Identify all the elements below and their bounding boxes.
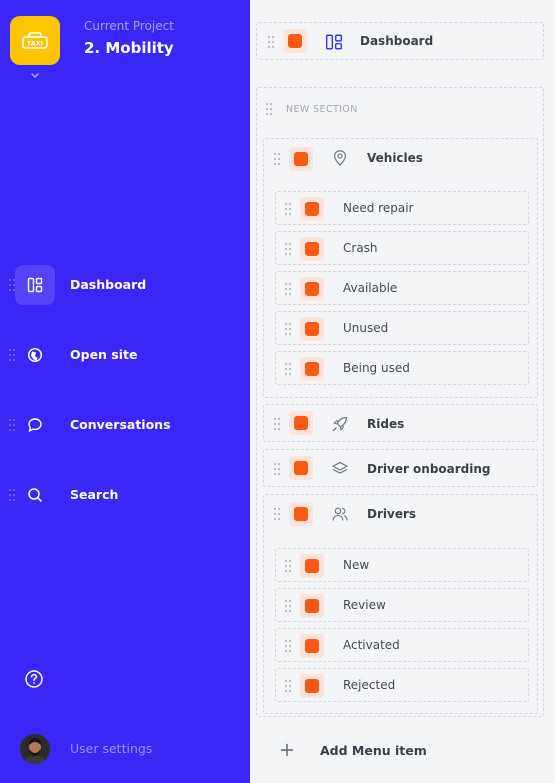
help-icon[interactable] — [24, 669, 44, 689]
project-name[interactable]: 2. Mobility — [84, 39, 174, 57]
menu-item-label: Activated — [343, 638, 400, 652]
section-title[interactable]: NEW SECTION — [286, 104, 358, 115]
menu-item-label: Need repair — [343, 201, 414, 215]
menu-item-checkbox[interactable] — [289, 147, 313, 171]
menu-item-label: Driver onboarding — [367, 462, 491, 476]
drag-handle-icon[interactable] — [273, 417, 281, 431]
drag-handle-icon[interactable] — [284, 362, 292, 376]
nav-icon-container — [15, 475, 55, 515]
menu-group-drivers: Drivers New Review Activated Rejected — [263, 494, 538, 714]
location-pin-icon — [333, 150, 347, 166]
drag-handle-icon[interactable] — [284, 599, 292, 613]
drag-handle-icon[interactable] — [284, 639, 292, 653]
drag-handle-icon[interactable] — [284, 322, 292, 336]
menu-subitem[interactable]: New — [275, 548, 529, 582]
user-settings-link[interactable]: User settings — [70, 741, 152, 756]
menu-section: NEW SECTION Vehicles Need repair Crash A… — [256, 87, 544, 717]
menu-item-checkbox[interactable] — [289, 502, 313, 526]
menu-item-label: Being used — [343, 361, 410, 375]
taxi-icon: TAXI — [22, 31, 48, 49]
sidebar-item-label: Dashboard — [70, 277, 147, 292]
drag-handle-icon[interactable] — [284, 202, 292, 216]
sidebar-item-conversations[interactable]: Conversations — [0, 405, 250, 445]
nav-icon-container — [15, 405, 55, 445]
menu-item-checkbox[interactable] — [300, 357, 324, 381]
drag-handle-icon[interactable] — [273, 152, 281, 166]
menu-item-label: New — [343, 558, 370, 572]
drag-handle-icon[interactable] — [267, 35, 275, 49]
drag-handle-icon[interactable] — [273, 462, 281, 476]
sidebar-item-label: Conversations — [70, 417, 171, 432]
menu-item-checkbox[interactable] — [300, 317, 324, 341]
menu-subitem[interactable]: Crash — [275, 231, 529, 265]
menu-item-label[interactable]: Drivers — [367, 507, 416, 521]
current-project-label: Current Project — [84, 19, 174, 33]
menu-item-checkbox[interactable] — [300, 594, 324, 618]
menu-editor: Dashboard NEW SECTION Vehicles Need repa… — [250, 0, 555, 783]
sidebar-item-search[interactable]: Search — [0, 475, 250, 515]
sidebar-item-label: Open site — [70, 347, 138, 362]
menu-item-checkbox[interactable] — [300, 674, 324, 698]
sidebar-item-open-site[interactable]: Open site — [0, 335, 250, 375]
users-icon — [332, 507, 348, 521]
menu-subitem[interactable]: Being used — [275, 351, 529, 385]
menu-item-checkbox[interactable] — [289, 411, 313, 435]
nav-icon-container — [15, 335, 55, 375]
drag-handle-icon[interactable] — [284, 679, 292, 693]
search-icon — [28, 488, 42, 502]
menu-item-checkbox[interactable] — [289, 456, 313, 480]
menu-item-dashboard[interactable]: Dashboard — [256, 22, 544, 60]
menu-subitem[interactable]: Unused — [275, 311, 529, 345]
menu-item-checkbox[interactable] — [300, 197, 324, 221]
sidebar-item-dashboard[interactable]: Dashboard — [0, 265, 250, 305]
project-logo[interactable]: TAXI — [10, 16, 60, 65]
drag-handle-icon[interactable] — [265, 102, 273, 116]
add-menu-item-button[interactable]: Add Menu item — [320, 743, 427, 758]
menu-subitem[interactable]: Available — [275, 271, 529, 305]
drag-handle-icon[interactable] — [273, 507, 281, 521]
menu-item-label: Crash — [343, 241, 378, 255]
menu-item-checkbox[interactable] — [300, 554, 324, 578]
dashboard-icon — [325, 34, 343, 50]
menu-item-checkbox[interactable] — [300, 277, 324, 301]
drag-handle-icon[interactable] — [284, 559, 292, 573]
logo-text: TAXI — [27, 39, 43, 47]
sidebar: TAXI Current Project 2. Mobility Dashboa… — [0, 0, 250, 783]
menu-subitem[interactable]: Activated — [275, 628, 529, 662]
menu-item-checkbox[interactable] — [300, 237, 324, 261]
user-avatar-image — [20, 734, 50, 764]
menu-group-vehicles: Vehicles Need repair Crash Available Unu… — [263, 138, 538, 398]
chat-icon — [28, 418, 42, 432]
menu-item-checkbox[interactable] — [300, 634, 324, 658]
menu-item-label[interactable]: Vehicles — [367, 151, 423, 165]
globe-icon — [27, 347, 43, 363]
menu-item-label: Available — [343, 281, 398, 295]
menu-subitem[interactable]: Rejected — [275, 668, 529, 702]
menu-item-driver-onboarding[interactable]: Driver onboarding — [263, 449, 538, 487]
menu-item-label: Dashboard — [360, 34, 434, 48]
menu-subitem[interactable]: Review — [275, 588, 529, 622]
drag-handle-icon[interactable] — [284, 282, 292, 296]
menu-item-checkbox[interactable] — [283, 29, 307, 53]
menu-item-label: Unused — [343, 321, 389, 335]
menu-item-label: Rides — [367, 417, 405, 431]
chevron-down-icon[interactable] — [28, 70, 42, 82]
dashboard-icon — [27, 277, 43, 293]
rocket-icon — [332, 416, 348, 432]
menu-item-rides[interactable]: Rides — [263, 404, 538, 442]
menu-item-label: Review — [343, 598, 386, 612]
sidebar-item-label: Search — [70, 487, 119, 502]
drag-handle-icon[interactable] — [284, 242, 292, 256]
menu-subitem[interactable]: Need repair — [275, 191, 529, 225]
user-avatar[interactable] — [20, 734, 50, 764]
menu-item-label: Rejected — [343, 678, 396, 692]
plus-icon[interactable] — [280, 743, 294, 757]
layers-icon — [332, 461, 348, 474]
nav-icon-container — [15, 265, 55, 305]
